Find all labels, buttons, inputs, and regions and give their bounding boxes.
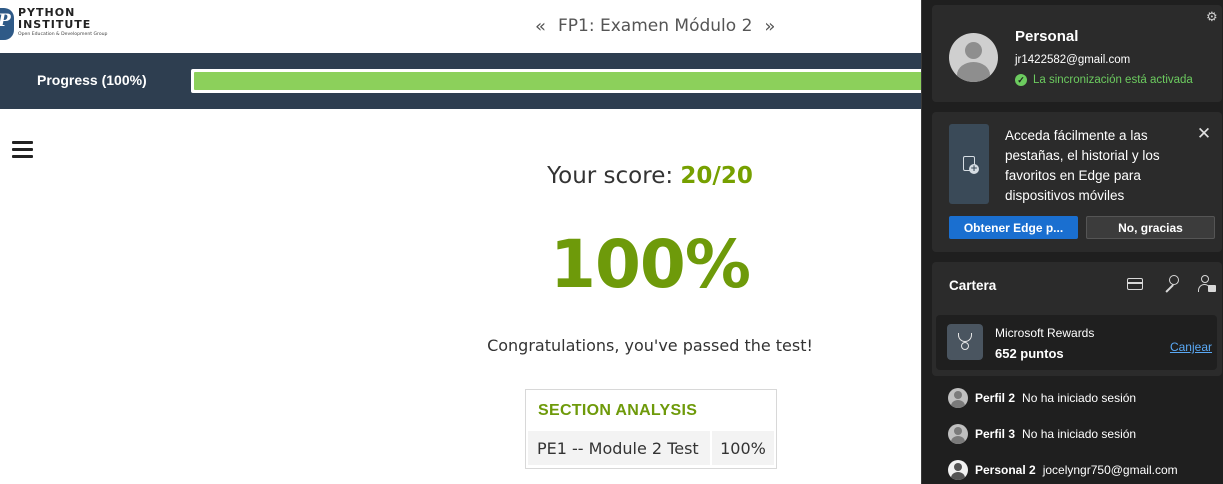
profile-name: Personal 2	[975, 463, 1036, 477]
sync-status-text: La sincronización está activada	[1033, 74, 1193, 86]
profile-name: Perfil 3	[975, 427, 1016, 441]
quiz-title: FP1: Examen Módulo 2	[558, 16, 753, 36]
wallet-title: Cartera	[949, 278, 997, 293]
progress-track	[191, 69, 931, 93]
profile-status: No ha iniciado sesión	[1022, 391, 1137, 405]
section-name-cell: PE1 -- Module 2 Test	[528, 431, 710, 465]
promo-text: Acceda fácilmente a las pestañas, el his…	[1005, 128, 1160, 203]
avatar	[948, 424, 968, 444]
quiz-navigation: « FP1: Examen Módulo 2 »	[535, 14, 775, 38]
redeem-link[interactable]: Canjear	[1170, 340, 1212, 354]
section-score-cell: 100%	[712, 431, 774, 465]
profile-name: Personal	[1015, 28, 1079, 45]
previous-arrow-icon[interactable]: «	[535, 16, 546, 37]
key-icon[interactable]	[1162, 275, 1180, 293]
logo-mark: P	[0, 8, 14, 40]
section-analysis-table: SECTION ANALYSIS PE1 -- Module 2 Test 10…	[525, 389, 777, 469]
score-line: Your score: 20/20	[420, 163, 880, 189]
progress-fill	[194, 72, 928, 90]
score-value: 20/20	[680, 163, 753, 189]
avatar	[948, 388, 968, 408]
page: P PYTHON INSTITUTE Open Education & Deve…	[0, 0, 1223, 484]
no-thanks-button[interactable]: No, gracias	[1086, 216, 1215, 239]
rewards-points: 652 puntos	[995, 346, 1064, 361]
gear-icon[interactable]: ⚙	[1206, 11, 1220, 25]
wallet-icons	[1126, 275, 1216, 293]
logo-line-1: PYTHON	[18, 6, 76, 19]
microsoft-rewards-row: Microsoft Rewards 652 puntos Canjear	[936, 315, 1217, 370]
profile-email: jr1422582@gmail.com	[1015, 54, 1131, 66]
profile-name: Perfil 2	[975, 391, 1016, 405]
mobile-promo-card: + Acceda fácilmente a las pestañas, el h…	[932, 112, 1222, 252]
rewards-trophy-icon	[947, 324, 983, 360]
person-lock-icon[interactable]	[1198, 275, 1216, 293]
edge-profile-flyout: ⚙ Personal jr1422582@gmail.com ✓ La sinc…	[921, 0, 1223, 484]
avatar	[949, 33, 998, 82]
logo-tagline: Open Education & Development Group	[18, 32, 108, 37]
rewards-name: Microsoft Rewards	[995, 326, 1095, 340]
section-analysis-heading: SECTION ANALYSIS	[538, 402, 698, 419]
progress-label: Progress (100%)	[37, 72, 147, 88]
card-icon[interactable]	[1126, 275, 1144, 293]
logo-line-2: INSTITUTE	[18, 18, 92, 31]
phone-icon: +	[949, 124, 989, 204]
score-percent: 100%	[550, 226, 751, 303]
profile-card: ⚙ Personal jr1422582@gmail.com ✓ La sinc…	[932, 5, 1222, 102]
list-item-personal-2[interactable]: Personal 2 jocelyngr750@gmail.com	[948, 459, 1178, 481]
menu-icon[interactable]	[12, 141, 33, 158]
python-institute-logo[interactable]: P PYTHON INSTITUTE Open Education & Deve…	[0, 6, 120, 46]
get-edge-mobile-button[interactable]: Obtener Edge p...	[949, 216, 1078, 239]
profile-status: No ha iniciado sesión	[1022, 427, 1137, 441]
sync-status: ✓ La sincronización está activada	[1015, 74, 1193, 86]
table-row: PE1 -- Module 2 Test 100%	[528, 431, 774, 465]
avatar	[948, 460, 968, 480]
close-icon[interactable]: ✕	[1196, 126, 1212, 143]
congratulations-message: Congratulations, you've passed the test!	[487, 336, 813, 355]
next-arrow-icon[interactable]: »	[764, 16, 775, 37]
list-item-profile-3[interactable]: Perfil 3 No ha iniciado sesión	[948, 423, 1136, 445]
score-prefix: Your score:	[547, 163, 681, 189]
profile-status: jocelyngr750@gmail.com	[1042, 463, 1178, 477]
wallet-card: Cartera Microsoft Rewards 652 puntos Can…	[932, 262, 1222, 376]
list-item-profile-2[interactable]: Perfil 2 No ha iniciado sesión	[948, 387, 1136, 409]
check-circle-icon: ✓	[1015, 74, 1027, 86]
